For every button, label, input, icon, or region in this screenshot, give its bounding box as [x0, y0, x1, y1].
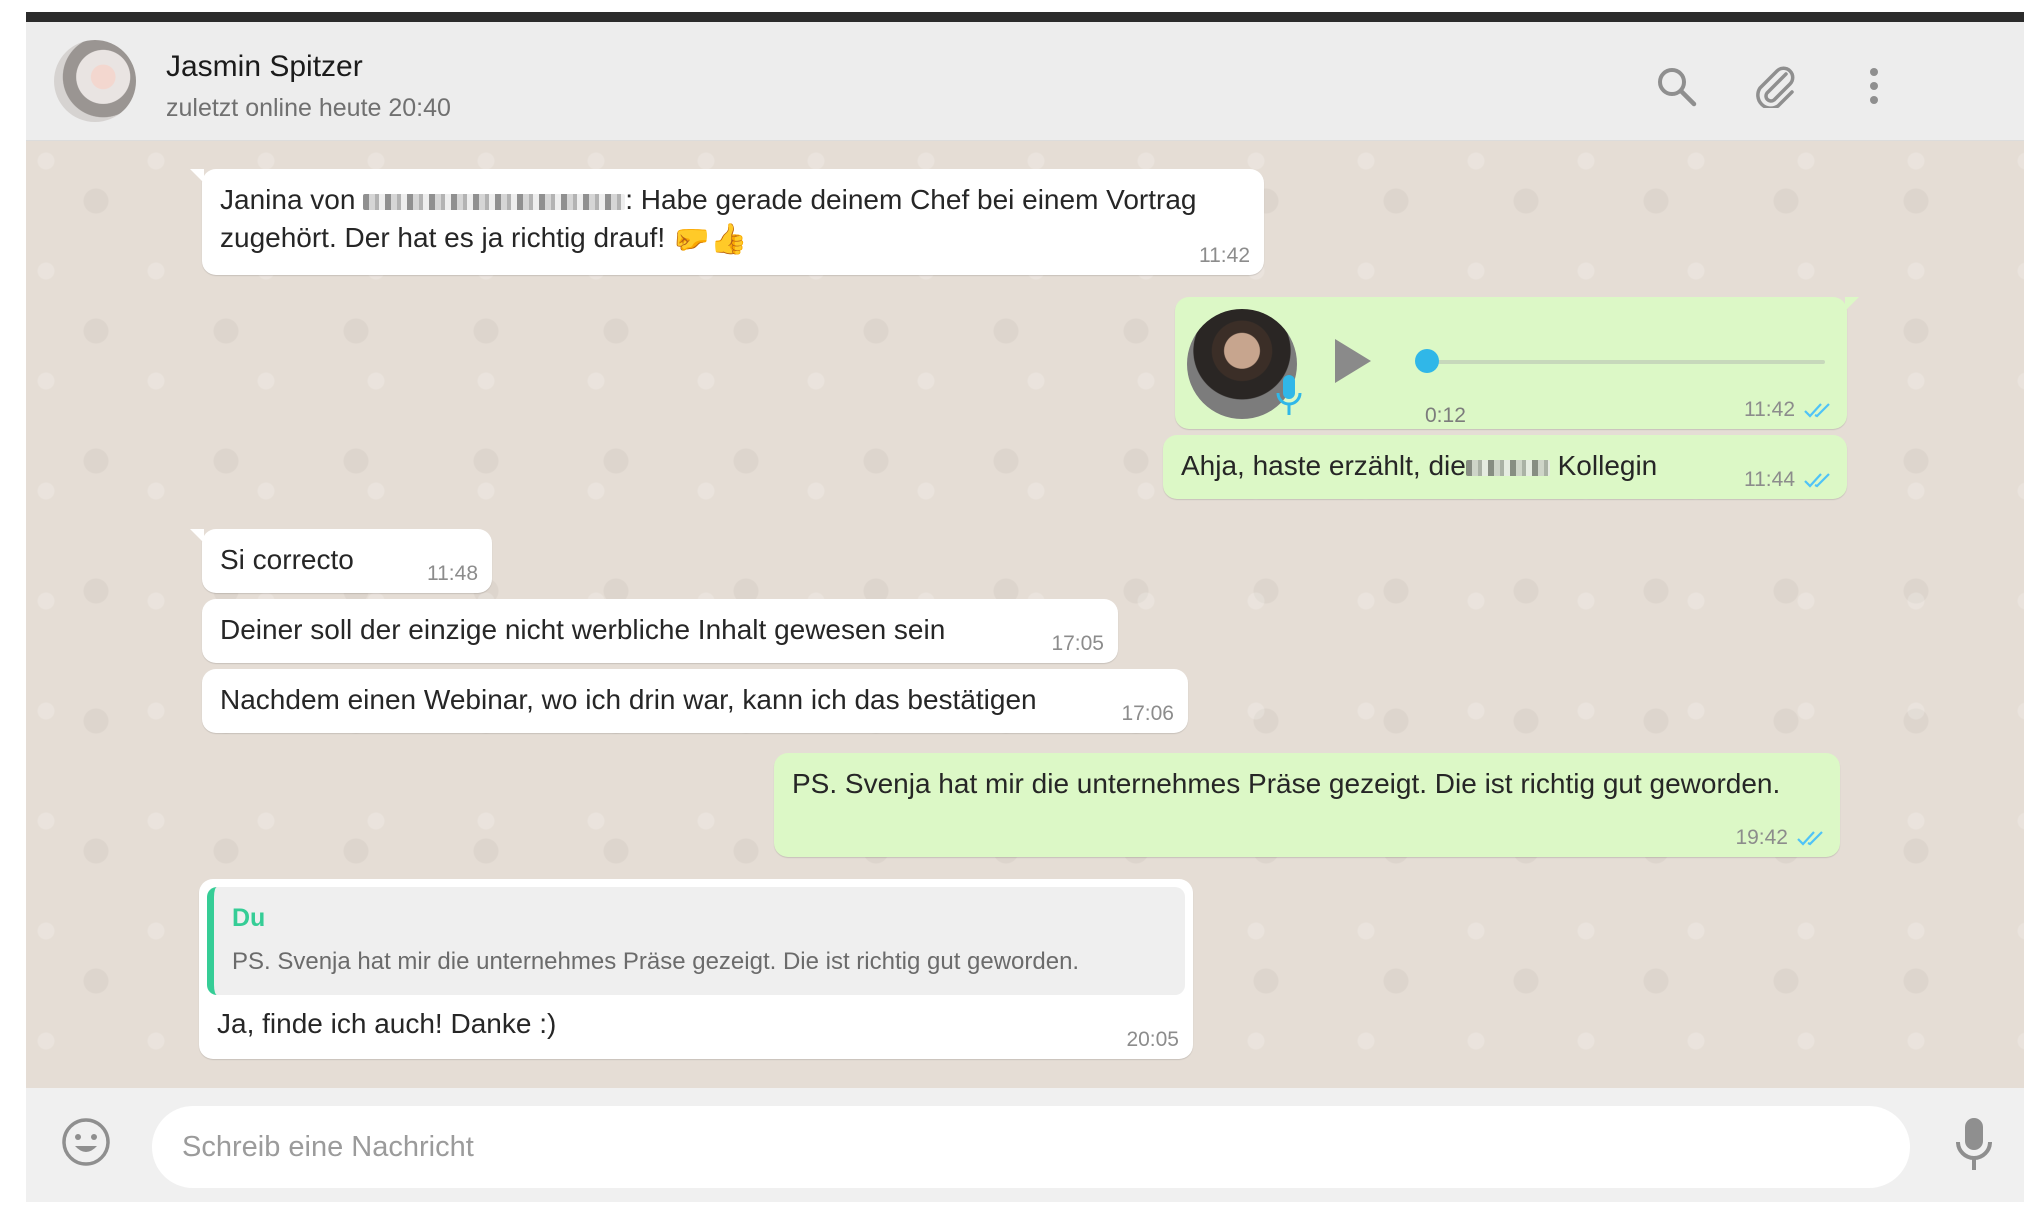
- voice-message[interactable]: 0:12 11:42: [1175, 297, 1859, 429]
- message-text: PS. Svenja hat mir die unternehmes Präse…: [792, 768, 1781, 799]
- quote-text: PS. Svenja hat mir die unternehmes Präse…: [232, 948, 1080, 975]
- message-incoming[interactable]: Janina von : Habe gerade deinem Chef bei…: [190, 169, 1264, 275]
- message-time: 17:06: [1121, 702, 1174, 725]
- message-time: 20:05: [1126, 1028, 1179, 1051]
- message-text: Ahja, haste erzählt, die Kollegin: [1181, 447, 1657, 485]
- contact-status: zuletzt online heute 20:40: [166, 94, 451, 122]
- message-time: 11:42: [1199, 244, 1250, 267]
- message-time: 11:42: [1744, 399, 1833, 421]
- message-text-part: Ahja, haste erzählt, die: [1181, 450, 1466, 481]
- redacted-text: [363, 193, 626, 210]
- audio-progress-track[interactable]: [1425, 360, 1825, 364]
- message-text-part: : Habe gerade deinem Chef bei einem Vort…: [625, 184, 1197, 215]
- message-incoming[interactable]: Nachdem einen Webinar, wo ich drin war, …: [202, 669, 1188, 733]
- message-text-part: Kollegin: [1549, 450, 1658, 481]
- message-text-part: zugehört. Der hat es ja richtig drauf!: [220, 222, 673, 253]
- message-time: 11:48: [427, 562, 478, 585]
- message-time: 19:42: [1735, 827, 1826, 849]
- message-text: Ja, finde ich auch! Danke :): [217, 1008, 557, 1039]
- play-button[interactable]: [1335, 339, 1371, 383]
- voice-mic-icon: [1276, 375, 1302, 415]
- quoted-message[interactable]: Du PS. Svenja hat mir die unternehmes Pr…: [207, 887, 1185, 995]
- chat-window: Jasmin Spitzer zuletzt online heute 20:4…: [26, 12, 2024, 1202]
- composer: [26, 1088, 2024, 1202]
- message-outgoing[interactable]: PS. Svenja hat mir die unternehmes Präse…: [774, 753, 1840, 857]
- message-input[interactable]: [152, 1106, 1910, 1188]
- contact-avatar[interactable]: [54, 40, 136, 122]
- search-icon[interactable]: [1654, 64, 1698, 108]
- audio-duration: 0:12: [1425, 404, 1466, 427]
- message-text: Si correcto: [220, 544, 354, 575]
- emoji-fist-thumbsup: 🤛👍: [672, 222, 748, 256]
- message-incoming[interactable]: Deiner soll der einzige nicht werbliche …: [202, 599, 1118, 663]
- read-ticks-icon: [1804, 403, 1830, 419]
- chat-header: Jasmin Spitzer zuletzt online heute 20:4…: [26, 22, 2024, 141]
- message-time-text: 11:42: [1744, 398, 1795, 421]
- window-top-border: [26, 12, 2024, 22]
- redacted-text: [1465, 459, 1550, 476]
- emoji-icon[interactable]: [60, 1116, 112, 1168]
- read-ticks-icon: [1797, 831, 1823, 847]
- contact-name[interactable]: Jasmin Spitzer: [166, 50, 363, 84]
- quote-author: Du: [232, 904, 266, 932]
- message-text: Nachdem einen Webinar, wo ich drin war, …: [220, 684, 1037, 715]
- message-time: 11:44: [1744, 469, 1833, 491]
- message-time-text: 19:42: [1735, 826, 1788, 849]
- read-ticks-icon: [1804, 473, 1830, 489]
- message-time-text: 11:44: [1744, 468, 1795, 491]
- message-text-part: Janina von: [220, 184, 364, 215]
- mic-icon[interactable]: [1952, 1114, 1996, 1174]
- message-list[interactable]: Janina von : Habe gerade deinem Chef bei…: [26, 141, 2024, 1088]
- attach-icon[interactable]: [1752, 64, 1796, 110]
- message-time: 17:05: [1051, 632, 1104, 655]
- message-incoming[interactable]: Si correcto 11:48: [190, 529, 492, 593]
- message-text: Janina von : Habe gerade deinem Chef bei…: [220, 181, 1196, 257]
- message-text: Deiner soll der einzige nicht werbliche …: [220, 614, 946, 645]
- message-outgoing[interactable]: Ahja, haste erzählt, die Kollegin 11:44: [1163, 435, 1847, 499]
- message-incoming-reply[interactable]: Du PS. Svenja hat mir die unternehmes Pr…: [199, 879, 1193, 1059]
- audio-progress-knob[interactable]: [1415, 349, 1439, 373]
- menu-icon[interactable]: [1852, 64, 1896, 108]
